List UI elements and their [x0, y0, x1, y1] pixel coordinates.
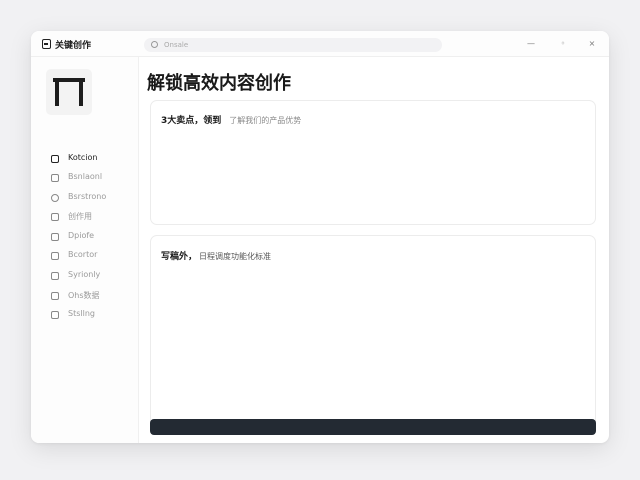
sidebar-item-bsnlaonl[interactable]: Bsnlaonl	[50, 171, 135, 185]
check-icon	[51, 213, 59, 221]
sidebar-item-label: Bsrstrono	[68, 192, 107, 201]
sidebar-item-bcortor[interactable]: Bcortor	[50, 249, 135, 263]
close-button[interactable]: ×	[586, 38, 598, 50]
search-input[interactable]	[164, 39, 424, 51]
sidebar-item-kotcion[interactable]: Kotcion	[50, 152, 135, 166]
maximize-button[interactable]: ◦	[557, 38, 569, 50]
sidebar-item-label: Ohs数据	[68, 291, 100, 300]
sidebar-item-label: Stsllng	[68, 309, 95, 318]
sidebar-item-stsllng[interactable]: Stsllng	[50, 308, 135, 322]
document-icon	[51, 155, 59, 163]
tag-icon	[51, 233, 59, 241]
title-bar: 关键创作 — ◦ ×	[31, 31, 609, 57]
sidebar-item-label: Dpiofe	[68, 231, 95, 240]
app-logo-icon	[42, 39, 51, 49]
minimize-button[interactable]: —	[525, 38, 537, 50]
brand-logo	[46, 69, 92, 115]
search-icon	[151, 41, 158, 48]
sidebar-item-create[interactable]: 创作用	[50, 210, 135, 224]
card-subtext: 日程调度功能化标准	[199, 252, 272, 261]
app-title: 关键创作	[55, 41, 92, 51]
card-subtext: 了解我们的产品优势	[229, 116, 302, 125]
sidebar-item-label: Syrionly	[68, 270, 101, 279]
sidebar-item-dpiofe[interactable]: Dpiofe	[50, 230, 135, 244]
sidebar-item-label: Bcortor	[68, 250, 98, 259]
primary-action-bar[interactable]	[150, 419, 596, 435]
sidebar-item-syrionly[interactable]: Syrionly	[50, 269, 135, 283]
calendar-icon	[51, 272, 59, 280]
card-heading: 写稿外，	[161, 252, 198, 262]
grid-icon	[51, 174, 59, 182]
search-box[interactable]	[144, 38, 442, 52]
sidebar-item-label: Kotcion	[68, 153, 98, 162]
card-header: 写稿外， 日程调度功能化标准	[161, 249, 271, 262]
card-header: 3大卖点，领到 了解我们的产品优势	[161, 113, 301, 126]
sidebar-item-label: Bsnlaonl	[68, 172, 103, 181]
chart-icon	[51, 292, 59, 300]
sidebar-item-ohs-data[interactable]: Ohs数据	[50, 289, 135, 303]
feature-card[interactable]: 3大卖点，领到 了解我们的产品优势	[150, 100, 596, 225]
sidebar: Kotcion Bsnlaonl Bsrstrono 创作用 Dpiofe Bc…	[31, 57, 139, 443]
card-heading: 3大卖点，领到	[161, 116, 222, 126]
sidebar-item-bsrstrono[interactable]: Bsrstrono	[50, 191, 135, 205]
note-icon	[51, 252, 59, 260]
settings-icon	[51, 311, 59, 319]
writing-card[interactable]: 写稿外， 日程调度功能化标准	[150, 235, 596, 433]
sidebar-item-label: 创作用	[68, 212, 92, 221]
clock-icon	[51, 194, 59, 202]
page-title: 解锁高效内容创作	[147, 73, 291, 94]
app-window: 关键创作 — ◦ × Kotcion Bsnlaonl Bsrstrono 创作…	[31, 31, 609, 443]
